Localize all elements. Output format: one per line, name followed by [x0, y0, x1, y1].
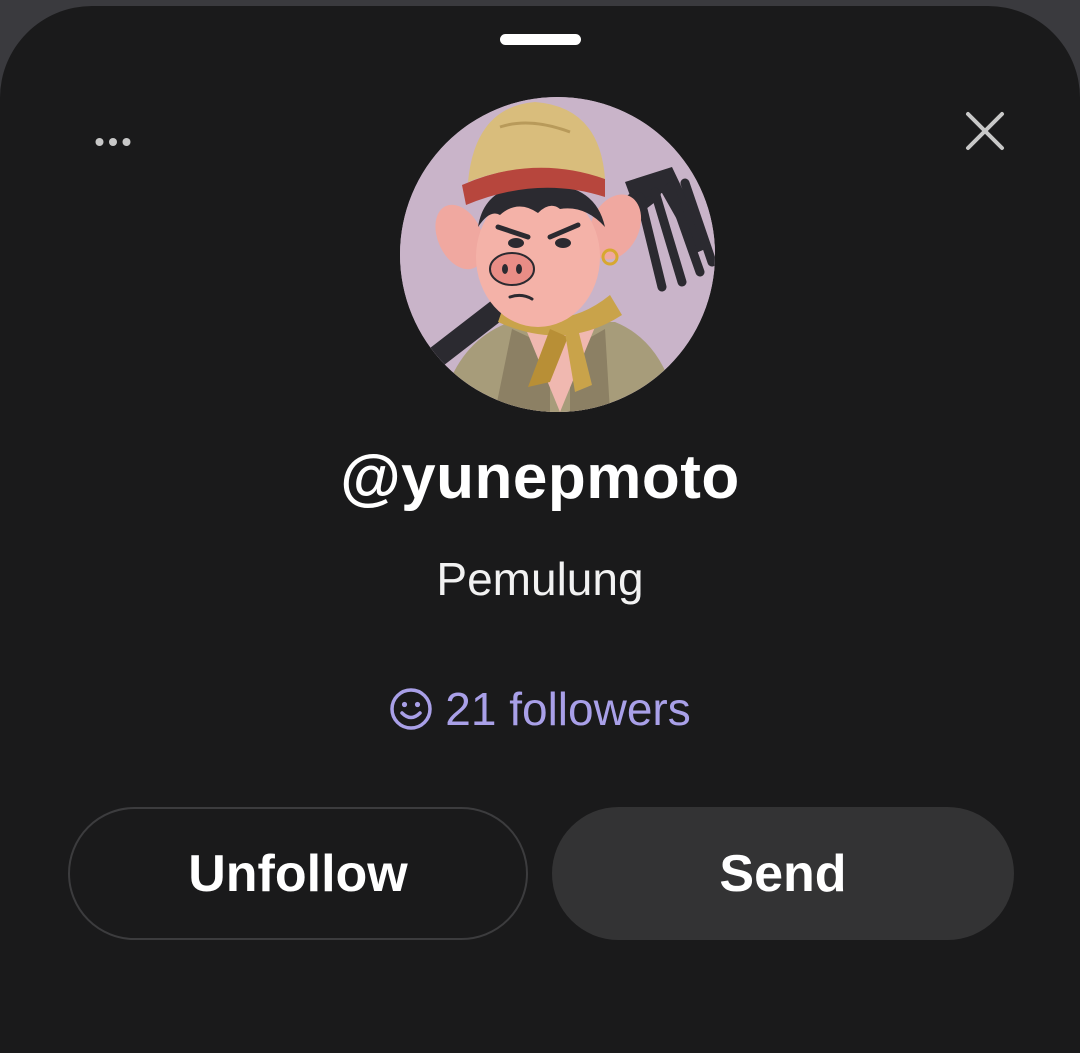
avatar-illustration [400, 97, 715, 412]
unfollow-button[interactable]: Unfollow [68, 807, 528, 940]
sheet-grab-handle[interactable] [500, 34, 581, 45]
profile-sheet: @yunepmoto Pemulung 21 followers Unfollo… [0, 6, 1080, 1053]
profile-username: @yunepmoto [340, 443, 740, 512]
smiley-icon [390, 688, 433, 730]
send-label: Send [719, 844, 847, 903]
followers-label: 21 followers [445, 683, 691, 735]
close-button[interactable] [958, 104, 1012, 158]
send-button[interactable]: Send [552, 807, 1014, 940]
unfollow-label: Unfollow [188, 844, 408, 903]
followers-count[interactable]: 21 followers [0, 682, 1080, 736]
profile-bio: Pemulung [436, 553, 644, 605]
more-horizontal-icon [95, 138, 131, 146]
avatar[interactable] [400, 97, 715, 412]
close-icon [966, 112, 1004, 150]
more-button[interactable] [88, 124, 138, 160]
